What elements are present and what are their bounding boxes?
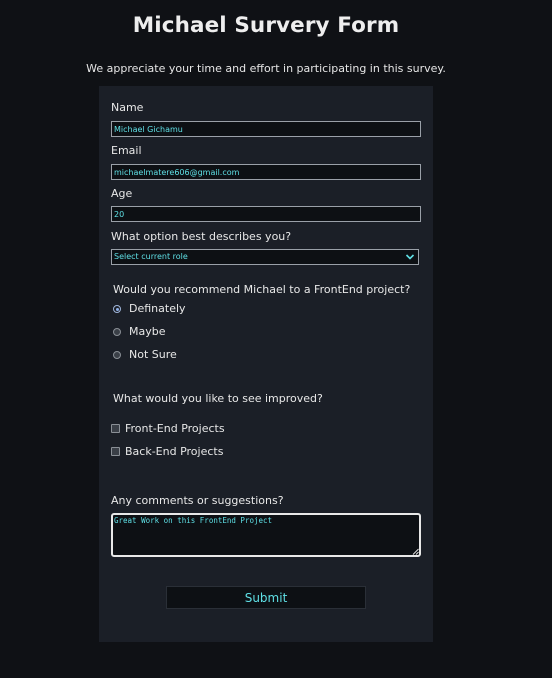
checkbox-option-label: Back-End Projects — [125, 445, 224, 458]
email-input[interactable] — [111, 164, 421, 180]
radio-option-label: Not Sure — [129, 348, 177, 361]
age-label: Age — [111, 187, 133, 200]
name-input[interactable] — [111, 121, 421, 137]
comments-textarea[interactable]: Great Work on this FrontEnd Project — [111, 513, 421, 557]
survey-form: Name Email Age What option best describe… — [99, 86, 433, 642]
resize-grip-icon[interactable] — [412, 548, 419, 555]
role-label: What option best describes you? — [111, 230, 292, 243]
radio-option-label: Definately — [129, 302, 186, 315]
checkbox[interactable] — [111, 424, 120, 433]
radio-button[interactable] — [113, 328, 121, 336]
radio-option-label: Maybe — [129, 325, 166, 338]
survey-page: Michael Survery Form We appreciate your … — [0, 0, 552, 678]
checkbox[interactable] — [111, 447, 120, 456]
page-description: We appreciate your time and effort in pa… — [86, 62, 446, 75]
page-title: Michael Survery Form — [132, 13, 400, 38]
email-label: Email — [111, 144, 142, 157]
age-input[interactable] — [111, 206, 421, 222]
comments-label: Any comments or suggestions? — [111, 494, 284, 507]
name-label: Name — [111, 101, 144, 114]
improve-question: What would you like to see improved? — [113, 392, 323, 405]
radio-button[interactable] — [113, 351, 121, 359]
radio-button-checked[interactable] — [113, 305, 121, 313]
chevron-down-icon — [405, 254, 415, 260]
role-select[interactable]: Select current role — [111, 249, 419, 265]
recommend-question: Would you recommend Michael to a FrontEn… — [113, 283, 411, 296]
checkbox-option-label: Front-End Projects — [125, 422, 225, 435]
submit-button[interactable]: Submit — [166, 586, 366, 609]
role-select-value: Select current role — [114, 252, 188, 261]
